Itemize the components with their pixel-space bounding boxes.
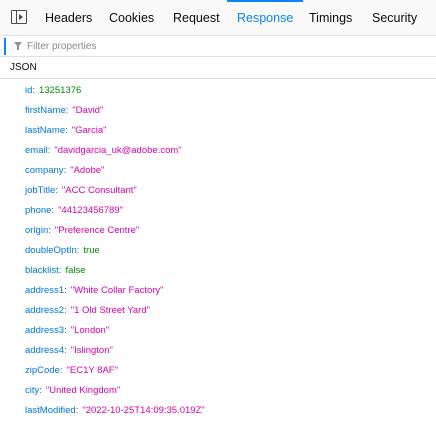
json-row[interactable]: city: "United Kingdom": [0, 381, 436, 401]
json-row[interactable]: lastModified: "2022-10-25T14:09:35.019Z": [0, 401, 436, 421]
json-value: "London": [70, 325, 110, 336]
json-row[interactable]: address2: "1 Old Street Yard": [0, 301, 436, 321]
json-value: "Adobe": [70, 165, 105, 176]
json-row[interactable]: id: 13251376: [0, 81, 436, 101]
json-value: "2022-10-25T14:09:35.019Z": [82, 405, 205, 416]
tab-response[interactable]: Response: [226, 0, 304, 36]
json-key: id: 13251376: [25, 85, 82, 96]
tab-cookies[interactable]: Cookies: [109, 0, 154, 36]
json-row[interactable]: address3: "London": [0, 321, 436, 341]
json-value: "44123456789": [58, 205, 123, 216]
filter-bar: [0, 36, 436, 57]
json-value: "Islington": [70, 345, 113, 356]
json-key: address4: "Islington": [25, 345, 113, 356]
tab-bar: Headers Cookies Request Response Timings…: [0, 0, 436, 36]
section-label: JSON: [10, 62, 37, 73]
json-value: "Preference Centre": [54, 225, 140, 236]
tab-headers[interactable]: Headers: [45, 0, 92, 36]
json-key: phone: "44123456789": [25, 205, 123, 216]
tab-request[interactable]: Request: [173, 0, 220, 36]
focus-indicator: [4, 38, 6, 55]
json-value: "United Kingdom": [45, 385, 121, 396]
json-row[interactable]: company: "Adobe": [0, 161, 436, 181]
json-row[interactable]: origin: "Preference Centre": [0, 221, 436, 241]
tab-security[interactable]: Security: [372, 0, 417, 36]
json-value: "EC1Y 8AF": [66, 365, 118, 376]
json-key: address1: "White Collar Factory": [25, 285, 164, 296]
json-value: true: [83, 245, 100, 256]
json-value: "ACC Consultant": [61, 185, 137, 196]
json-key: address3: "London": [25, 325, 110, 336]
json-key: email: "davidgarcia_uk@adobe.com": [25, 145, 182, 156]
json-value: "1 Old Street Yard": [70, 305, 150, 316]
json-row[interactable]: zipCode: "EC1Y 8AF": [0, 361, 436, 381]
json-value: "Garcia": [71, 125, 107, 136]
json-key: jobTitle: "ACC Consultant": [25, 185, 137, 196]
json-row[interactable]: lastName: "Garcia": [0, 121, 436, 141]
json-value: 13251376: [39, 85, 82, 96]
json-key: city: "United Kingdom": [25, 385, 121, 396]
json-row[interactable]: address1: "White Collar Factory": [0, 281, 436, 301]
json-key: blacklist: false: [25, 265, 86, 276]
json-value: "davidgarcia_uk@adobe.com": [54, 145, 182, 156]
json-section-header[interactable]: JSON: [0, 57, 436, 79]
tab-timings[interactable]: Timings: [309, 0, 352, 36]
json-value: "David": [72, 105, 104, 116]
json-value: false: [65, 265, 86, 276]
json-key: address2: "1 Old Street Yard": [25, 305, 150, 316]
json-value: "White Collar Factory": [70, 285, 164, 296]
json-row[interactable]: jobTitle: "ACC Consultant": [0, 181, 436, 201]
filter-properties-input[interactable]: [27, 38, 407, 55]
json-row[interactable]: doubleOptIn: true: [0, 241, 436, 261]
json-key: company: "Adobe": [25, 165, 105, 176]
json-key: lastName: "Garcia": [25, 125, 107, 136]
json-row[interactable]: firstName: "David": [0, 101, 436, 121]
json-row[interactable]: blacklist: false: [0, 261, 436, 281]
json-key: origin: "Preference Centre": [25, 225, 140, 236]
json-key: lastModified: "2022-10-25T14:09:35.019Z": [25, 405, 205, 416]
json-tree: id: 13251376 firstName: "David" lastName: "Ga…: [0, 81, 436, 421]
sidebar-toggle-icon[interactable]: [11, 10, 27, 24]
json-row[interactable]: address4: "Islington": [0, 341, 436, 361]
json-row[interactable]: email: "davidgarcia_uk@adobe.com": [0, 141, 436, 161]
json-key: zipCode: "EC1Y 8AF": [25, 365, 118, 376]
json-row[interactable]: phone: "44123456789": [0, 201, 436, 221]
json-key: firstName: "David": [25, 105, 104, 116]
json-key: doubleOptIn: true: [25, 245, 100, 256]
